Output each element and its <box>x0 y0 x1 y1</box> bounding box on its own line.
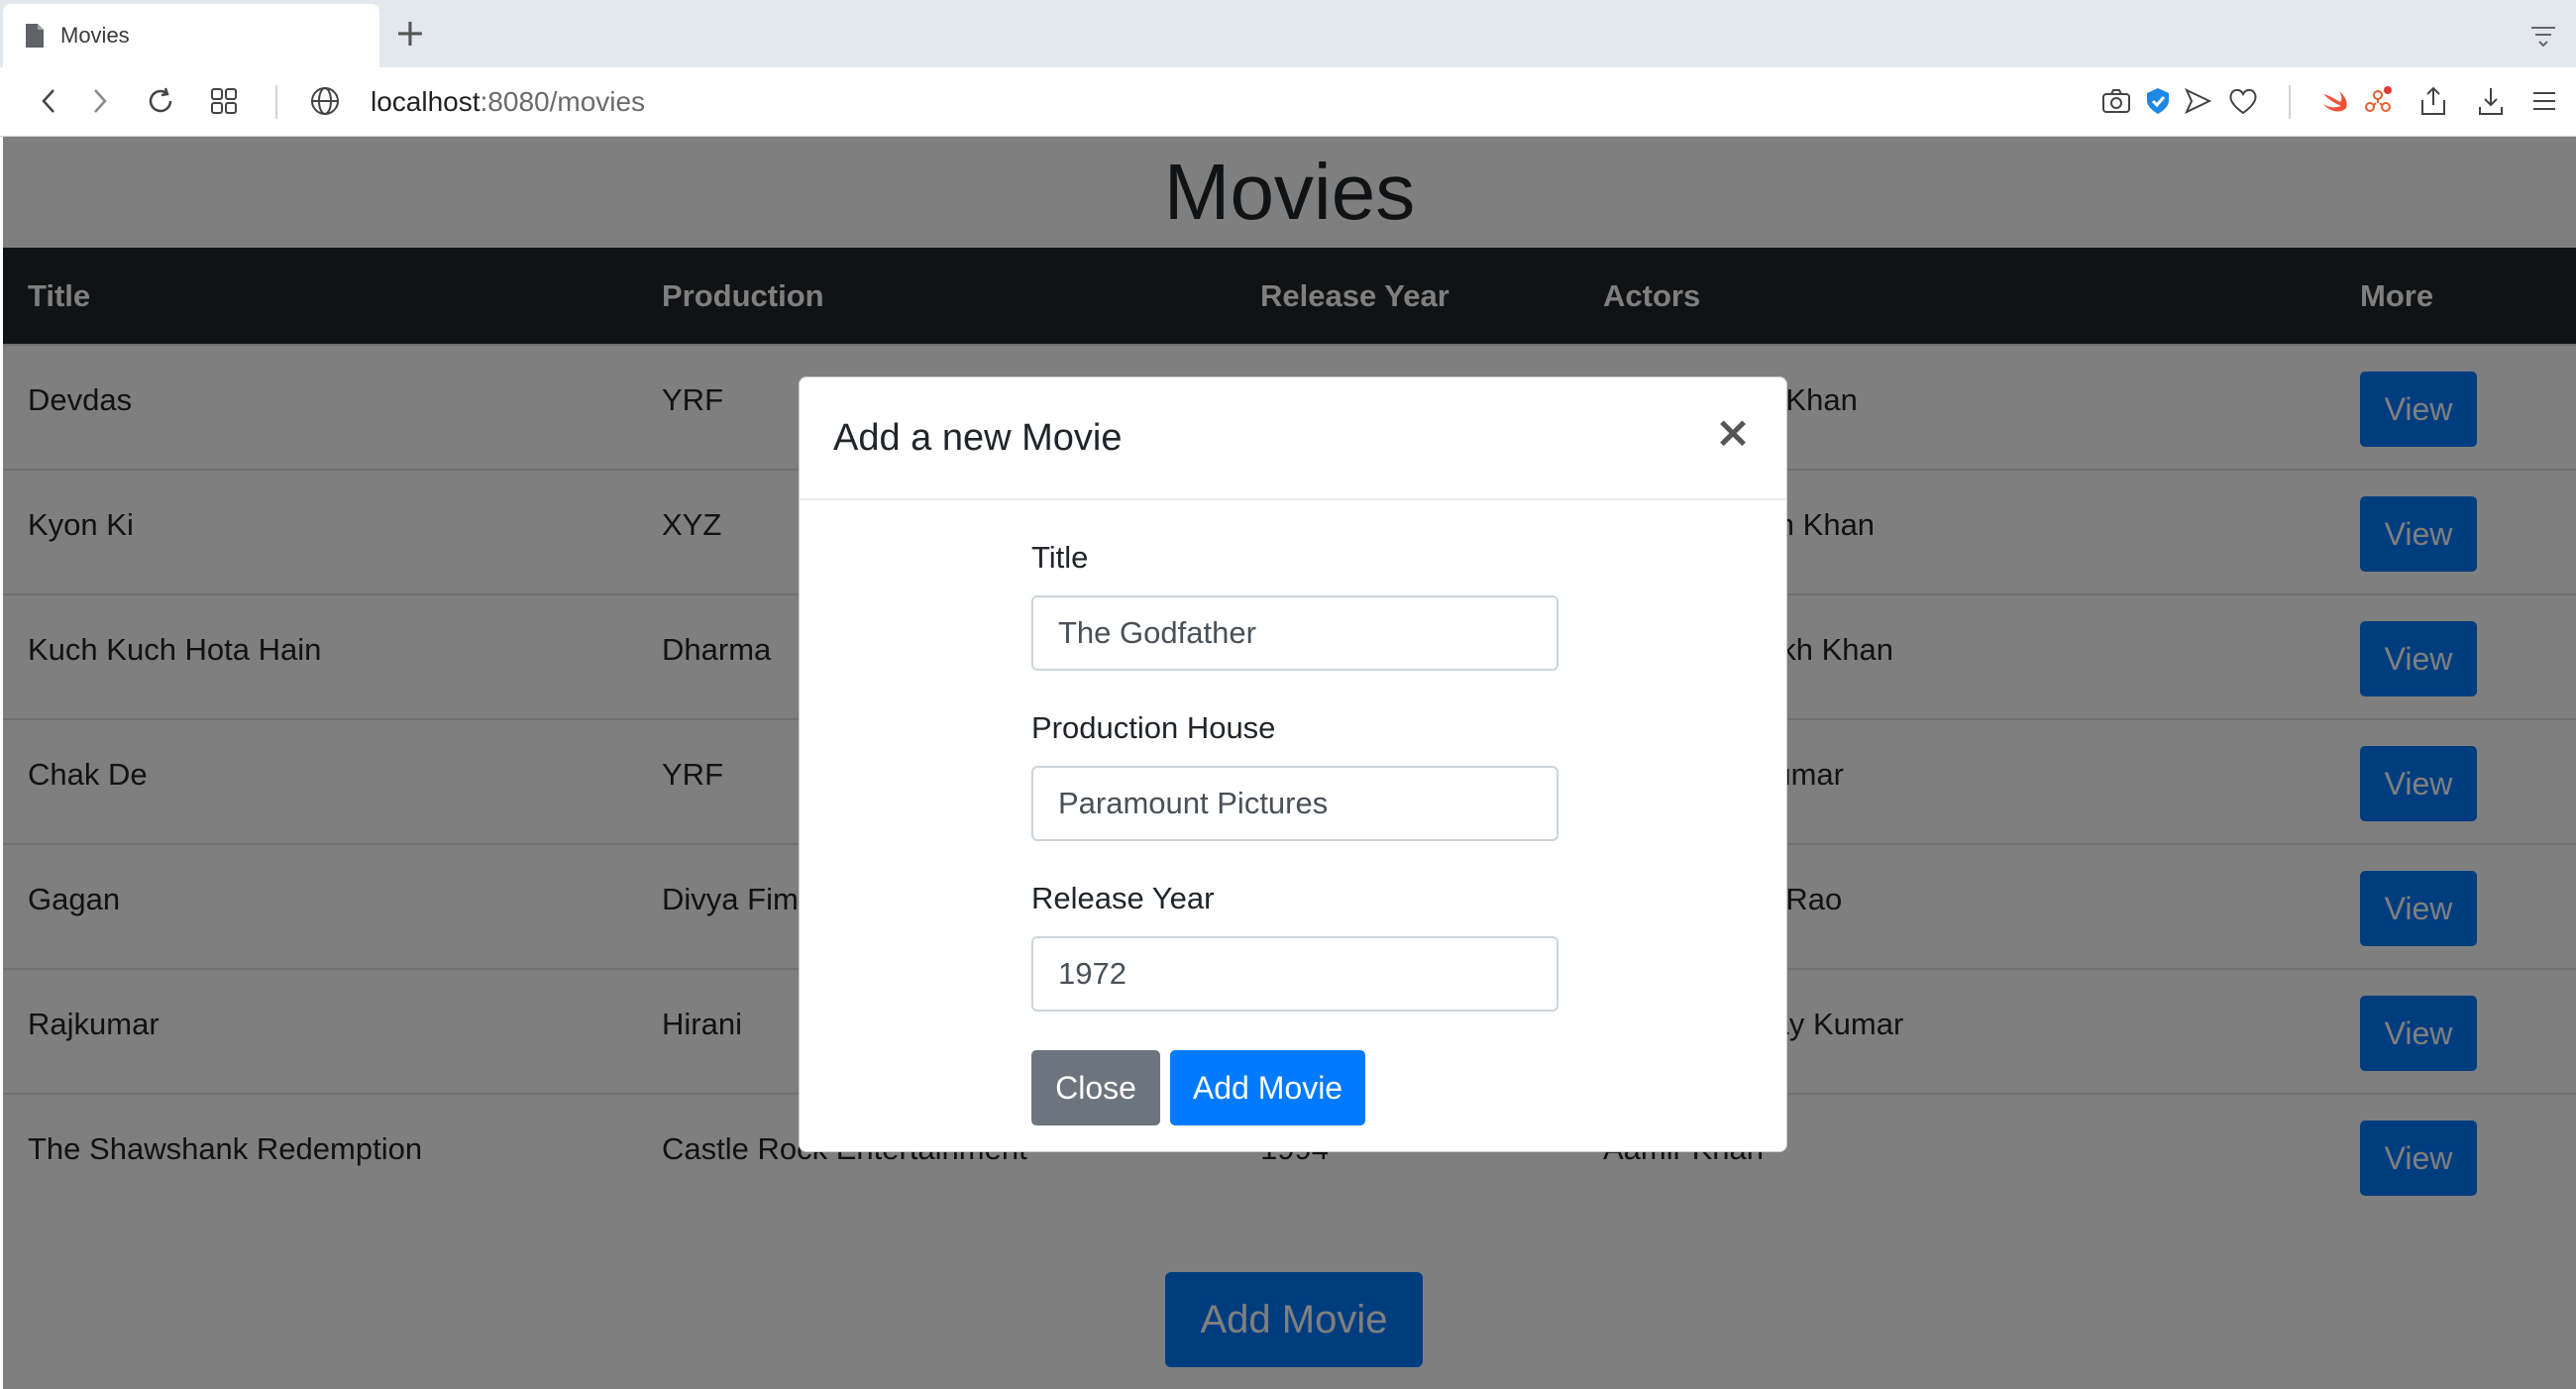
back-icon[interactable] <box>32 83 67 119</box>
browser-tab-bar: Movies + <box>0 0 2576 67</box>
send-icon[interactable] <box>2180 83 2215 119</box>
add-movie-submit-button[interactable]: Add Movie <box>1170 1050 1365 1125</box>
modal-header: Add a new Movie × <box>800 377 1786 500</box>
production-house-input[interactable] <box>1031 766 1558 841</box>
share-icon[interactable] <box>2415 83 2451 119</box>
close-button[interactable]: Close <box>1031 1050 1160 1125</box>
swift-icon[interactable] <box>2316 83 2352 119</box>
release-year-label: Release Year <box>1031 881 1215 915</box>
toolbar-divider <box>2289 85 2291 119</box>
modal-title: Add a new Movie <box>833 417 1123 459</box>
title-input[interactable] <box>1031 595 1558 671</box>
page-content: Movies Title Production Release Year Act… <box>3 137 2576 1389</box>
release-year-input[interactable] <box>1031 936 1558 1012</box>
extension-icon[interactable] <box>2360 83 2396 119</box>
url-path: :8080/movies <box>480 86 646 117</box>
new-tab-button[interactable]: + <box>394 14 426 52</box>
add-movie-modal: Add a new Movie × Title Production House… <box>799 376 1787 1152</box>
tab-title: Movies <box>60 23 130 48</box>
url-host: localhost <box>371 86 481 117</box>
address-bar[interactable]: localhost:8080/movies <box>371 85 645 119</box>
forward-icon[interactable] <box>81 83 117 119</box>
download-icon[interactable] <box>2473 83 2509 119</box>
speed-dial-icon[interactable] <box>206 83 242 119</box>
browser-tab[interactable]: Movies <box>3 4 379 67</box>
reload-icon[interactable] <box>143 83 178 119</box>
document-icon <box>26 24 44 48</box>
heart-icon[interactable] <box>2225 83 2261 119</box>
shield-check-icon[interactable] <box>2140 83 2176 119</box>
production-house-label: Production House <box>1031 710 1276 745</box>
menu-icon[interactable] <box>2526 83 2562 119</box>
toolbar-divider <box>275 85 277 119</box>
close-icon[interactable]: × <box>1713 411 1753 455</box>
tab-list-icon[interactable] <box>2528 20 2558 50</box>
browser-toolbar: localhost:8080/movies <box>0 67 2576 137</box>
globe-icon[interactable] <box>307 83 343 119</box>
camera-icon[interactable] <box>2098 83 2134 119</box>
title-label: Title <box>1031 540 1089 575</box>
